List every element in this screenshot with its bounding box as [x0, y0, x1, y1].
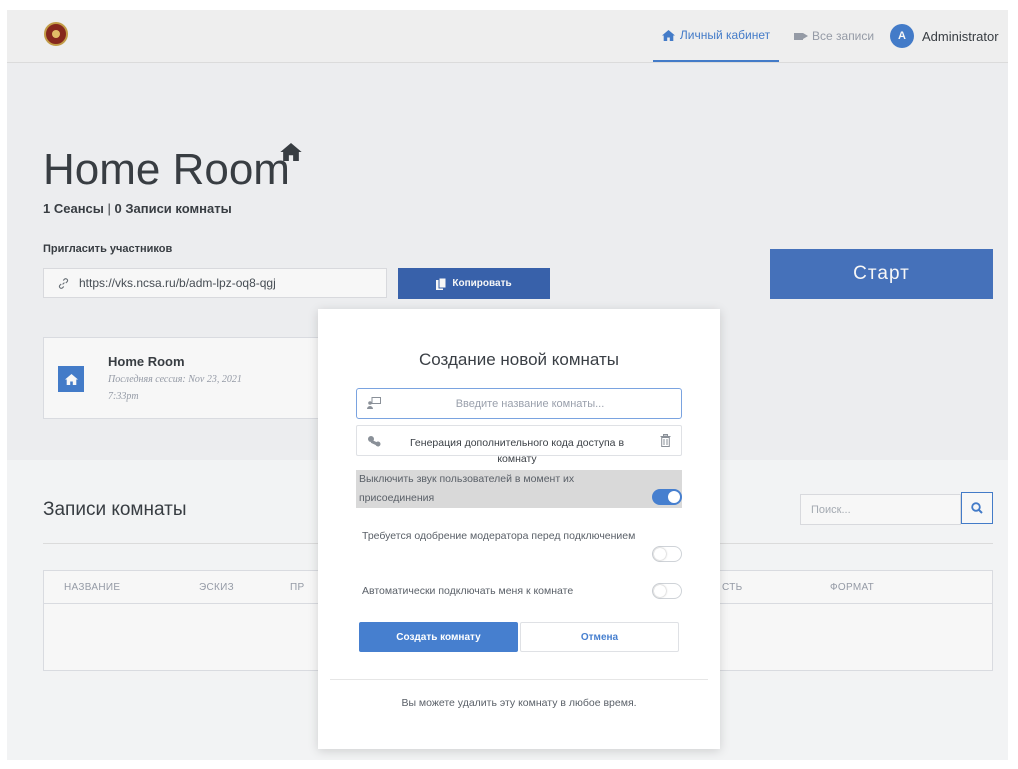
moderator-approval-toggle[interactable]	[652, 546, 682, 562]
modal-footer-note: Вы можете удалить эту комнату в любое вр…	[401, 697, 637, 709]
cancel-button[interactable]: Отмена	[520, 622, 679, 652]
room-name-icon	[367, 397, 381, 409]
create-room-button[interactable]: Создать комнату	[359, 622, 518, 652]
key-icon	[368, 436, 381, 447]
app-window: Личный кабинет Все записи A Administrato…	[7, 10, 1008, 760]
create-room-modal: Создание новой комнаты Генерация дополни…	[318, 309, 720, 749]
room-name-field[interactable]	[356, 388, 682, 419]
mute-on-join-label: Выключить звук пользователей в момент их…	[359, 473, 575, 504]
modal-title: Создание новой комнаты	[419, 350, 619, 369]
mute-on-join-row[interactable]: Выключить звук пользователей в момент их…	[356, 470, 682, 508]
modal-divider	[330, 679, 708, 680]
access-code-field[interactable]: Генерация дополнительного кода доступа в…	[356, 425, 682, 465]
auto-join-toggle[interactable]	[652, 583, 682, 599]
room-name-input[interactable]	[357, 396, 681, 411]
access-code-label: Генерация дополнительного кода доступа в…	[409, 437, 625, 465]
trash-icon[interactable]	[660, 434, 671, 447]
auto-join-label: Автоматически подключать меня к комнате	[362, 585, 574, 597]
mute-on-join-toggle[interactable]	[652, 489, 682, 505]
moderator-approval-label: Требуется одобрение модератора перед под…	[362, 530, 636, 542]
